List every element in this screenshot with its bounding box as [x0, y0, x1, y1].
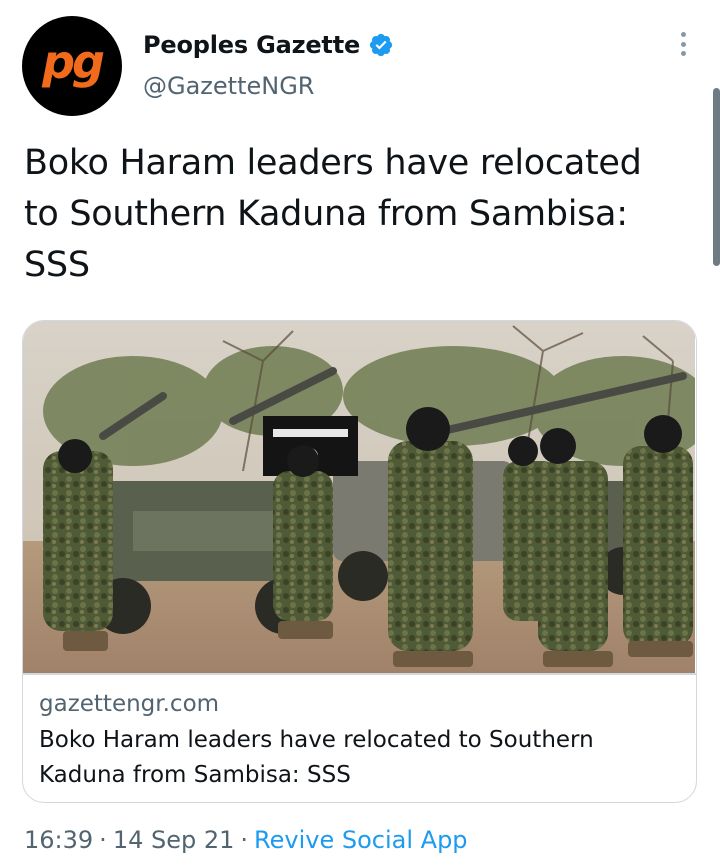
more-dot — [680, 41, 686, 47]
author-handle[interactable]: @GazetteNGR — [143, 72, 314, 100]
verified-badge-icon — [369, 33, 393, 57]
tweet-date[interactable]: 14 Sep 21 — [113, 826, 235, 854]
card-domain: gazettengr.com — [39, 691, 220, 717]
meta-separator: · — [240, 826, 249, 854]
link-card[interactable]: gazettengr.com Boko Haram leaders have r… — [22, 320, 697, 803]
tweet-text: Boko Haram leaders have relocated to Sou… — [24, 143, 642, 285]
more-dot — [680, 51, 686, 56]
tweet-time[interactable]: 16:39 — [24, 826, 93, 854]
card-image[interactable] — [23, 321, 695, 673]
avatar[interactable]: pg — [22, 16, 122, 116]
display-name[interactable]: Peoples Gazette — [143, 31, 360, 59]
tweet-meta: 16:39 · 14 Sep 21 · Revive Social App — [24, 826, 468, 854]
tweet: pg Peoples Gazette @GazetteNGR Boko Hara… — [0, 0, 720, 866]
more-options-icon[interactable] — [668, 26, 698, 62]
scrollbar[interactable] — [713, 88, 720, 266]
avatar-logo-text: pg — [42, 35, 105, 89]
tweet-source-link[interactable]: Revive Social App — [254, 826, 468, 854]
card-divider — [23, 673, 696, 675]
meta-separator: · — [99, 826, 107, 854]
card-title: Boko Haram leaders have relocated to Sou… — [39, 727, 594, 788]
more-dot — [680, 32, 686, 37]
author-name-row[interactable]: Peoples Gazette — [143, 28, 394, 62]
